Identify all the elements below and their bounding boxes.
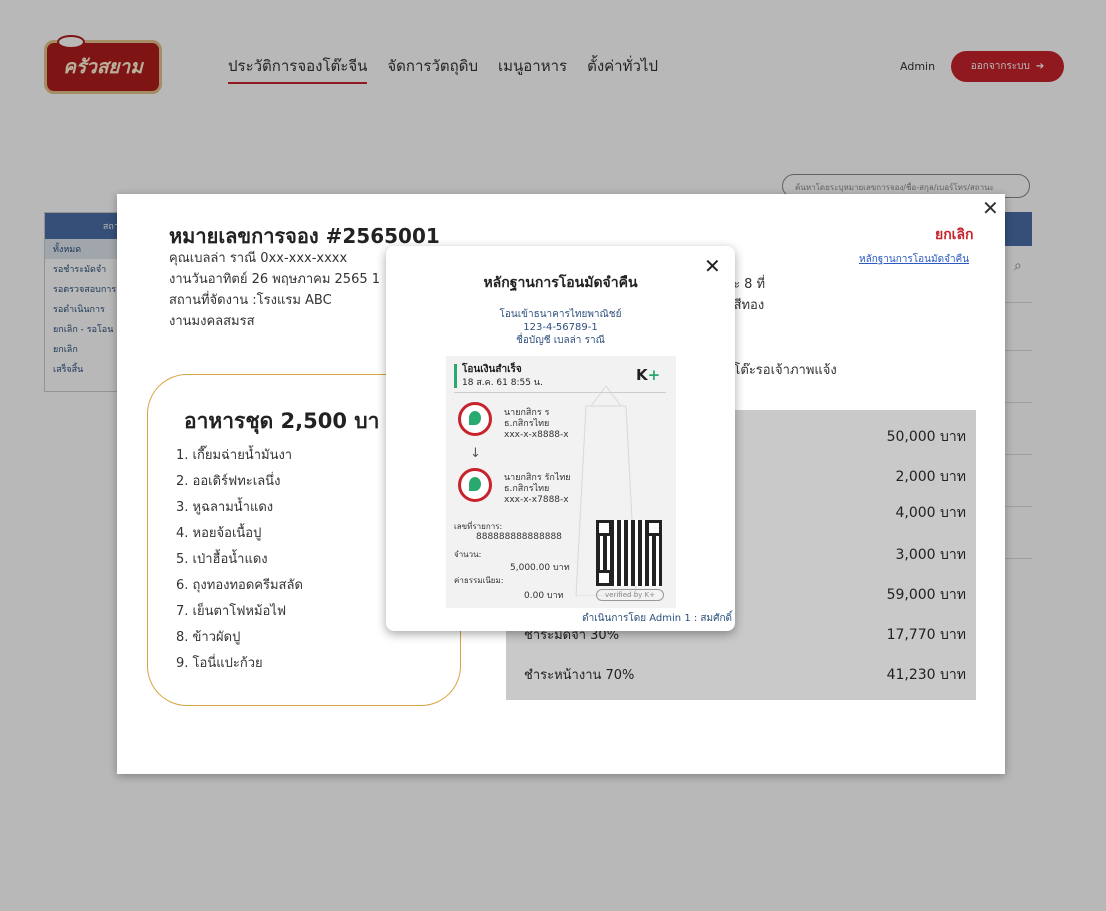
remaining-value: 41,230 บาท xyxy=(886,667,966,683)
kbank-logo-icon xyxy=(458,468,492,502)
sender-account: xxx-x-x8888-x xyxy=(504,430,569,440)
amount-label: จำนวน: xyxy=(454,550,482,559)
sender-name: นายกสิกร ร xyxy=(504,408,550,418)
menu-list: 1. เกี๊ยมฉ่ายน้ำมันงา 2. ออเดิร์ฟทะเลนึ่… xyxy=(176,443,303,677)
pending-tables-note: 0 โต๊ะรอเจ้าภาพแจ้ง xyxy=(721,363,837,378)
divider xyxy=(454,392,666,393)
bank-details: โอนเข้าธนาคารไทยพาณิชย์ 123-4-56789-1 ชื… xyxy=(386,308,735,347)
qr-corner xyxy=(596,520,612,536)
transfer-slip-image: โอนเงินสำเร็จ 18 ส.ค. 61 8:55 น. K+ นายก… xyxy=(446,356,676,608)
bank-name: โอนเข้าธนาคารไทยพาณิชย์ xyxy=(499,309,622,320)
booking-info: คุณเบลล่า ราณี 0xx-xxx-xxxx งานวันอาทิตย… xyxy=(169,248,380,332)
menu-item: 2. ออเดิร์ฟทะเลนึ่ง xyxy=(176,474,281,489)
receiver-account: xxx-x-x7888-x xyxy=(504,495,569,505)
menu-item: 6. ถุงทองทอดครีมสลัด xyxy=(176,578,303,593)
remaining-label: ชำระหน้างาน 70% xyxy=(524,668,635,683)
venue: สถานที่จัดงาน :โรงแรม ABC xyxy=(169,293,332,308)
refund-evidence-link[interactable]: หลักฐานการโอนมัดจำคืน xyxy=(859,252,969,267)
refund-title: หลักฐานการโอนมัดจำคืน xyxy=(483,275,638,291)
sender-bank: ธ.กสิกรไทย xyxy=(504,419,550,429)
deposit-value: 17,770 บาท xyxy=(886,627,966,643)
price-value: 3,000 บาท xyxy=(895,547,966,563)
menu-item: 9. โอนี่แปะก้วย xyxy=(176,656,263,671)
qr-code-icon xyxy=(596,520,662,586)
qr-corner xyxy=(646,520,662,536)
slip-datetime: 18 ส.ค. 61 8:55 น. xyxy=(462,378,543,388)
menu-item: 3. หูฉลามน้ำแดง xyxy=(176,500,274,515)
status-badge: ยกเลิก xyxy=(935,227,974,243)
menu-item: 8. ข้าวผัดปู xyxy=(176,630,241,645)
receiver-name: นายกสิกร รักไทย xyxy=(504,473,571,483)
event-date: งานวันอาทิตย์ 26 พฤษภาคม 2565 1 xyxy=(169,272,381,287)
menu-title: อาหารชุด 2,500 บา xyxy=(184,409,380,433)
price-value: 50,000 บาท xyxy=(886,429,966,445)
menu-item: 7. เย็นตาโฟหม้อไฟ xyxy=(176,604,287,619)
account-name: ชื่อบัญชี เบลล่า ราณี xyxy=(516,335,605,346)
price-value: 59,000 บาท xyxy=(886,587,966,603)
menu-item: 1. เกี๊ยมฉ่ายน้ำมันงา xyxy=(176,448,293,463)
price-value: 4,000 บาท xyxy=(895,505,966,521)
kplus-logo: K+ xyxy=(636,366,661,384)
receiver-info: นายกสิกร รักไทย ธ.กสิกรไทย xxx-x-x7888-x xyxy=(504,473,571,506)
sender-info: นายกสิกร ร ธ.กสิกรไทย xxx-x-x8888-x xyxy=(504,408,569,441)
close-icon[interactable]: ✕ xyxy=(982,196,999,220)
event-type: งานมงคลสมรส xyxy=(169,314,255,329)
arrow-down-icon: ↓ xyxy=(470,446,481,461)
status-bar xyxy=(454,364,457,388)
customer-info: คุณเบลล่า ราณี 0xx-xxx-xxxx xyxy=(169,251,348,266)
verified-badge: verified by K+ xyxy=(596,589,664,601)
fee-label: ค่าธรรมเนียม: xyxy=(454,576,504,585)
refund-evidence-modal: ✕ หลักฐานการโอนมัดจำคืน โอนเข้าธนาคารไทย… xyxy=(386,246,735,631)
qr-corner xyxy=(596,570,612,586)
kbank-logo-icon xyxy=(458,402,492,436)
price-value: 2,000 บาท xyxy=(895,469,966,485)
account-number: 123-4-56789-1 xyxy=(523,322,598,333)
menu-item: 5. เป่าฮื้อน้ำแดง xyxy=(176,552,268,567)
menu-item: 4. หอยจ้อเนื้อปู xyxy=(176,526,262,541)
receiver-bank: ธ.กสิกรไทย xyxy=(504,484,550,494)
operator-note: ดำเนินการโดย Admin 1 : สมศักดิ์ xyxy=(582,613,732,624)
amount-value: 5,000.00 บาท xyxy=(510,563,570,573)
ref-value: 888888888888888 xyxy=(476,532,562,542)
fee-value: 0.00 บาท xyxy=(524,591,564,601)
